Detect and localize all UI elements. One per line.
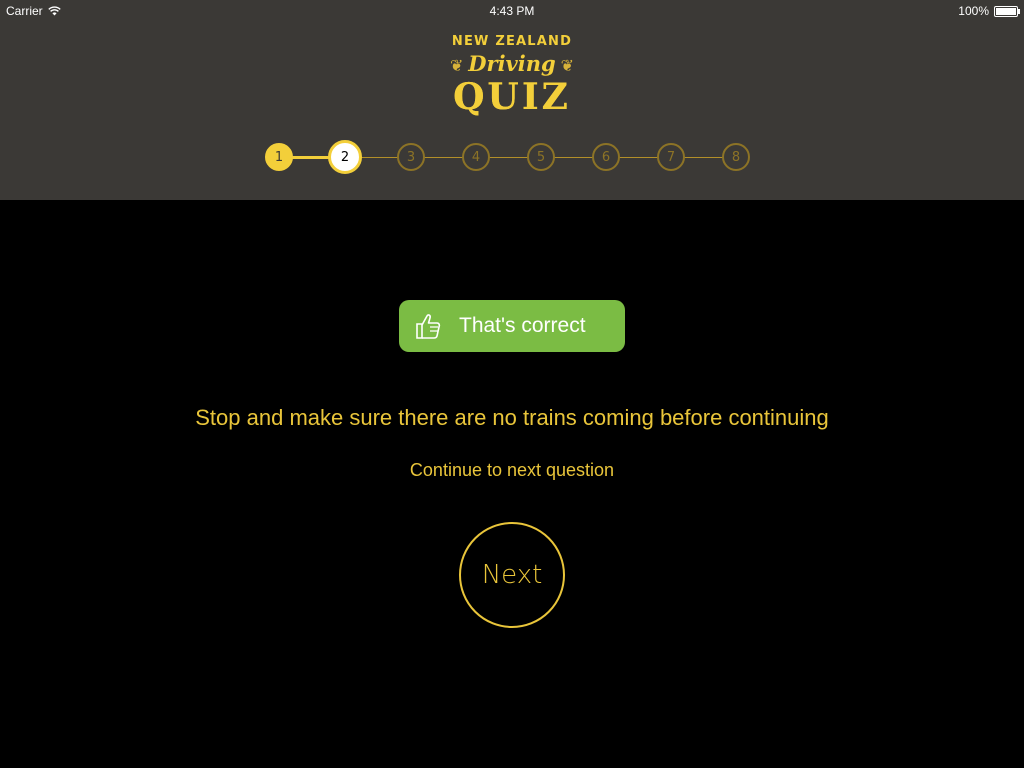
progress-step-5: 5	[527, 143, 555, 171]
logo-country: NEW ZEALAND	[451, 34, 573, 49]
progress-step-3: 3	[397, 143, 425, 171]
progress-step-8: 8	[722, 143, 750, 171]
battery-percent: 100%	[958, 4, 989, 18]
question-progress: 1 2 3 4 5 6 7 8	[265, 140, 753, 175]
battery-icon	[994, 5, 1020, 17]
progress-step-7: 7	[657, 143, 685, 171]
logo-subtitle: Driving	[468, 51, 556, 76]
status-time: 4:43 PM	[489, 4, 535, 18]
status-bar: Carrier 4:43 PM 100%	[0, 0, 1024, 22]
app-logo: ❦ ❦ NEW ZEALAND Driving QUIZ	[440, 30, 584, 122]
answer-feedback-banner: That's correct	[399, 300, 625, 352]
progress-step-4: 4	[462, 143, 490, 171]
progress-step-6: 6	[592, 143, 620, 171]
logo-title: QUIZ	[453, 76, 571, 118]
progress-step-2: 2	[328, 140, 362, 174]
answer-explanation: Stop and make sure there are no trains c…	[195, 405, 829, 430]
app-header: ❦ ❦ NEW ZEALAND Driving QUIZ 1 2 3 4 5 6…	[0, 0, 1024, 200]
thumbs-up-icon	[416, 314, 441, 339]
feedback-label: That's correct	[459, 314, 586, 337]
progress-step-1: 1	[265, 143, 293, 171]
battery-status: 100%	[958, 4, 1020, 18]
next-button[interactable]: Next	[459, 522, 565, 628]
continue-prompt: Continue to next question	[409, 460, 615, 480]
